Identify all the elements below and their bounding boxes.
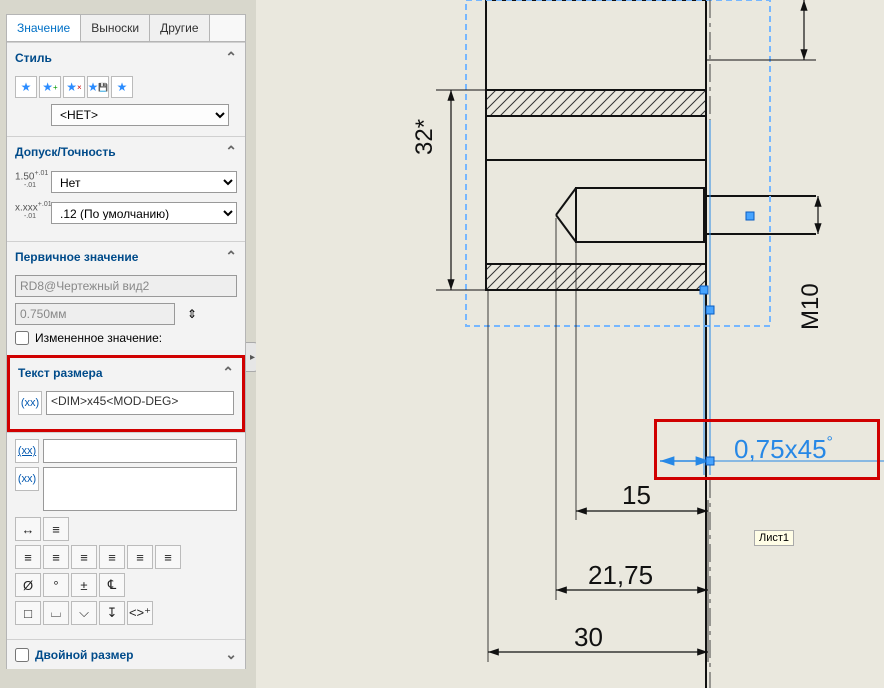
dimtext-prefix-icon[interactable]: (xx) [18, 391, 42, 415]
sym-more-icon[interactable]: <>⁺ [127, 601, 153, 625]
style-save-icon[interactable]: ★💾 [87, 76, 109, 98]
tolerance-icon-2: x.xxx+.01-.01 [15, 201, 45, 226]
justify-top-icon[interactable]: ≡ [99, 545, 125, 569]
style-icons: ★ ★+ ★× ★💾 ★ [15, 76, 237, 98]
primary-name-field [15, 275, 237, 297]
dim-handle[interactable] [707, 307, 714, 314]
style-remove-icon[interactable]: ★× [63, 76, 85, 98]
sym-diameter-icon[interactable]: Ø [15, 573, 41, 597]
section-primary-title: Первичное значение [15, 250, 138, 264]
section-tolerance: Допуск/Точность ⌃ 1.50+.01-.01 Нет x.xxx… [7, 136, 245, 241]
tabs: Значение Выноски Другие [7, 15, 245, 42]
dim-32: 32* [411, 119, 439, 155]
style-load-icon[interactable]: ★ [111, 76, 133, 98]
sym-counterbore-icon[interactable]: ⌴ [43, 601, 69, 625]
section-dimtext: Текст размера ⌃ (xx) <DIM>x45<MOD-DEG> [7, 355, 245, 432]
chevron-up-icon: ⌃ [225, 49, 237, 66]
justify-left-icon[interactable]: ≡ [15, 545, 41, 569]
tolerance-icon-1: 1.50+.01-.01 [15, 170, 45, 195]
sym-alignleft-icon[interactable]: ↔ [15, 517, 41, 541]
justify-mid-icon[interactable]: ≡ [127, 545, 153, 569]
justify-right-icon[interactable]: ≡ [71, 545, 97, 569]
sym-square-icon[interactable]: □ [15, 601, 41, 625]
style-select[interactable]: <НЕТ> [51, 104, 229, 126]
tab-value[interactable]: Значение [7, 15, 81, 41]
chevron-up-icon: ⌃ [222, 364, 234, 381]
section-style-title: Стиль [15, 51, 52, 65]
dim-2175: 21,75 [588, 560, 653, 591]
sym-alignjust-icon[interactable]: ≡ [43, 517, 69, 541]
dim-chamfer-value: 0,75x45 [734, 434, 827, 464]
style-add-icon[interactable]: ★+ [39, 76, 61, 98]
sym-centerline-icon[interactable]: ℄ [99, 573, 125, 597]
sym-countersink-icon[interactable]: ⌵ [71, 601, 97, 625]
tolerance-type-select[interactable]: Нет [51, 171, 237, 193]
section-primary: Первичное значение ⌃ ⇕ Измененное значен… [7, 241, 245, 355]
section-dimtext-extra: (xx) (xx) ↔ ≡ ≡ ≡ ≡ ≡ ≡ ≡ Ø ° [7, 432, 245, 639]
section-primary-header[interactable]: Первичное значение ⌃ [7, 242, 245, 271]
sym-depth-icon[interactable]: ↧ [99, 601, 125, 625]
override-checkbox[interactable] [15, 331, 29, 345]
chevron-up-icon: ⌃ [225, 143, 237, 160]
section-dimtext-header[interactable]: Текст размера ⌃ [10, 358, 242, 387]
section-dual: Двойной размер ⌄ [7, 639, 245, 669]
property-panel: Значение Выноски Другие Стиль ⌃ ★ ★+ ★× … [6, 14, 246, 669]
dim-handle[interactable] [701, 287, 708, 294]
section-style-header[interactable]: Стиль ⌃ [7, 43, 245, 72]
dim-15: 15 [622, 480, 651, 511]
dimtext-underline-icon[interactable]: (xx) [15, 439, 39, 463]
sym-degree-icon[interactable]: ° [43, 573, 69, 597]
tolerance-precision-select[interactable]: .12 (По умолчанию) [51, 202, 237, 224]
drawing-svg [256, 0, 884, 688]
override-label: Измененное значение: [35, 331, 162, 345]
sheet-tooltip: Лист1 [754, 530, 794, 546]
section-style: Стиль ⌃ ★ ★+ ★× ★💾 ★ <НЕТ> [7, 42, 245, 136]
dim-30: 30 [574, 622, 603, 653]
section-dual-title: Двойной размер [35, 648, 133, 662]
dimtext-below-input[interactable] [43, 439, 237, 463]
stepper-icon[interactable]: ⇕ [181, 303, 203, 325]
drawing-canvas[interactable]: 32* ⌀20 M10 0,75x45° 15 21,75 30 Лист1 [256, 0, 884, 688]
tab-other[interactable]: Другие [150, 15, 209, 41]
dimtext-input[interactable]: <DIM>x45<MOD-DEG> [46, 391, 234, 415]
degree-icon: ° [827, 434, 833, 451]
section-dimtext-title: Текст размера [18, 366, 103, 380]
dim-handle[interactable] [707, 458, 714, 465]
justify-bot-icon[interactable]: ≡ [155, 545, 181, 569]
style-favorite-icon[interactable]: ★ [15, 76, 37, 98]
chevron-down-icon: ⌄ [225, 646, 237, 663]
section-tolerance-header[interactable]: Допуск/Точность ⌃ [7, 137, 245, 166]
sym-plusminus-icon[interactable]: ± [71, 573, 97, 597]
section-tolerance-title: Допуск/Точность [15, 145, 116, 159]
dimtext-center-icon[interactable]: (xx) [15, 467, 39, 491]
section-dual-header[interactable]: Двойной размер ⌄ [7, 640, 245, 669]
primary-value-field [15, 303, 175, 325]
sel-handle[interactable] [747, 213, 754, 220]
tab-leaders[interactable]: Выноски [81, 15, 150, 41]
dim-m10: M10 [797, 283, 825, 330]
dim-chamfer[interactable]: 0,75x45° [734, 434, 833, 465]
dual-checkbox[interactable] [15, 648, 29, 662]
justify-center-icon[interactable]: ≡ [43, 545, 69, 569]
chevron-up-icon: ⌃ [225, 248, 237, 265]
dimtext-extra-input[interactable] [43, 467, 237, 511]
